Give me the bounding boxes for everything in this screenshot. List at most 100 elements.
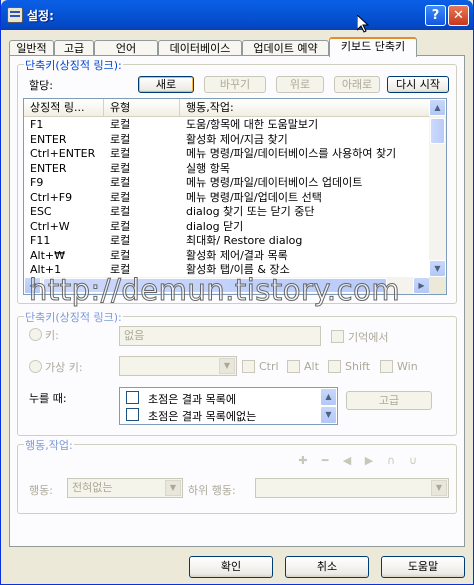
cell-type: 로컬 xyxy=(110,132,131,146)
tab-language[interactable]: 언어 xyxy=(94,40,158,56)
cell-shortcut: Ctrl+W xyxy=(30,219,70,233)
when-pressed-label: 누를 때: xyxy=(29,392,67,405)
sub-action-combo[interactable]: ▼ xyxy=(255,478,449,498)
cell-type: 로컬 xyxy=(110,219,131,233)
down-button[interactable]: 아래로 xyxy=(334,76,380,93)
help-title-button[interactable]: ? xyxy=(425,5,446,26)
cell-type: 로컬 xyxy=(110,234,131,247)
alt-checkbox[interactable] xyxy=(287,360,300,373)
cancel-button[interactable]: 취소 xyxy=(285,556,369,578)
help-button[interactable]: 도움말 xyxy=(381,556,465,578)
action-label: 행동: xyxy=(29,484,53,497)
table-row[interactable]: Ctrl+W 로컬 dialog 닫기 xyxy=(24,220,430,235)
scroll-corner xyxy=(429,277,446,294)
chevron-down-icon[interactable]: ▼ xyxy=(165,480,181,496)
scroll-down-icon[interactable]: ▼ xyxy=(320,406,337,424)
shift-label: Shift xyxy=(345,360,371,373)
cell-action: 활성화 제어/결과 목록 xyxy=(186,248,288,262)
cell-shortcut: ESC xyxy=(30,205,52,218)
scroll-down-icon[interactable]: ▼ xyxy=(429,260,446,277)
column-header-action[interactable]: 행동,작업: xyxy=(180,99,430,117)
virtual-key-combo[interactable]: ▼ xyxy=(119,356,237,376)
condition-checkbox[interactable] xyxy=(126,408,139,421)
table-row[interactable]: Alt+₩ 로컬 활성화 제어/결과 목록 xyxy=(24,249,430,264)
alt-label: Alt xyxy=(304,360,319,373)
restart-button[interactable]: 다시 시작 xyxy=(387,76,449,93)
remove-icon[interactable]: ━ xyxy=(319,455,331,466)
remember-label: 기억에서 xyxy=(348,331,389,344)
win-label: Win xyxy=(397,360,418,373)
condition-label: 초점은 결과 목록에없는 xyxy=(148,410,257,423)
table-row[interactable]: F9 로컬 메뉴 명령/파일/데이터베이스 업데이트 xyxy=(24,176,430,191)
condition-label: 초점은 결과 목록에 xyxy=(148,393,236,406)
new-button[interactable]: 새로 xyxy=(138,76,194,93)
cell-action: dialog 닫기 xyxy=(186,219,244,233)
cell-type: 로컬 xyxy=(110,248,131,262)
arrow-up-icon[interactable]: ∩ xyxy=(385,455,397,466)
shortcuts-group-title: 단축키(상징적 링크): xyxy=(24,57,123,73)
virtual-key-radio[interactable] xyxy=(29,360,42,373)
add-icon[interactable]: ✚ xyxy=(297,455,309,466)
scroll-right-icon[interactable]: ▶ xyxy=(413,277,430,294)
scroll-up-icon[interactable]: ▲ xyxy=(429,99,446,116)
cell-action: 최대화/ Restore dialog xyxy=(186,234,303,247)
remember-checkbox[interactable] xyxy=(331,330,344,343)
key-field[interactable]: 없음 xyxy=(119,326,321,346)
window-title: 설정: xyxy=(27,9,54,23)
cell-type: 로컬 xyxy=(110,161,131,175)
cell-type: 로컬 xyxy=(110,118,131,131)
arrow-right-icon[interactable]: ▶ xyxy=(363,455,375,466)
table-row[interactable]: Ctrl+F9 로컬 메뉴 명령/파일/업데이트 선택 xyxy=(24,191,430,206)
change-button[interactable]: 바꾸기 xyxy=(204,76,266,93)
tab-keyboard-shortcuts[interactable]: 키보드 단축키 xyxy=(329,37,417,57)
close-title-button[interactable]: ✕ xyxy=(448,5,469,26)
cell-action: 도움/항목에 대한 도움말보기 xyxy=(186,118,319,131)
vertical-scroll-thumb[interactable] xyxy=(430,118,445,144)
table-row[interactable]: ESC 로컬 dialog 찾기 또는 닫기 중단 xyxy=(24,205,430,220)
win-checkbox[interactable] xyxy=(380,360,393,373)
up-button[interactable]: 위로 xyxy=(276,76,324,93)
arrow-down-icon[interactable]: ∪ xyxy=(407,455,419,466)
key-radio[interactable] xyxy=(29,328,42,341)
title-bar[interactable]: 설정: ? ✕ xyxy=(1,0,473,30)
table-row[interactable]: ENTER 로컬 활성화 제어/지금 찾기 xyxy=(24,133,430,148)
table-row[interactable]: ENTER 로컬 실행 항목 xyxy=(24,162,430,177)
sub-action-label: 하위 행동: xyxy=(188,484,236,497)
mouse-cursor-icon xyxy=(357,15,369,33)
cell-shortcut: ENTER xyxy=(30,161,67,175)
cell-shortcut: F11 xyxy=(30,234,51,247)
cell-action: 메뉴 명령/파일/데이터베이스를 사용하여 찾기 xyxy=(186,147,397,160)
advanced-button[interactable]: 고급 xyxy=(346,391,432,410)
cell-action: 메뉴 명령/파일/업데이트 선택 xyxy=(186,190,322,204)
column-header-type[interactable]: 유형 xyxy=(104,99,180,117)
table-row[interactable]: Ctrl+ENTER 로컬 메뉴 명령/파일/데이터베이스를 사용하여 찾기 xyxy=(24,147,430,162)
cell-action: 실행 항목 xyxy=(186,161,230,175)
column-header-link[interactable]: 상징적 링... xyxy=(24,99,104,117)
tab-advanced[interactable]: 고급 xyxy=(54,40,94,56)
cell-shortcut: ENTER xyxy=(30,132,67,146)
virtual-key-label: 가상 키: xyxy=(45,361,83,374)
shortcuts-list[interactable]: 상징적 링... 유형 행동,작업: F1 로컬 도움/항목에 대한 도움말보기 EN… xyxy=(23,98,447,295)
chevron-down-icon[interactable]: ▼ xyxy=(431,480,447,496)
scroll-up-icon[interactable]: ▲ xyxy=(320,388,337,406)
chevron-down-icon[interactable]: ▼ xyxy=(219,358,235,374)
action-combo[interactable]: 전혀없는 ▼ xyxy=(67,478,183,498)
shift-checkbox[interactable] xyxy=(328,360,341,373)
cell-type: 로컬 xyxy=(110,176,131,189)
tab-general[interactable]: 일반적 xyxy=(9,40,54,56)
arrow-left-icon[interactable]: ◀ xyxy=(341,455,353,466)
ok-button[interactable]: 확인 xyxy=(189,556,273,578)
cell-action: dialog 찾기 또는 닫기 중단 xyxy=(186,205,315,218)
table-row[interactable]: F1 로컬 도움/항목에 대한 도움말보기 xyxy=(24,118,430,133)
key-label: 키: xyxy=(45,329,59,342)
ctrl-checkbox[interactable] xyxy=(242,360,255,373)
table-row[interactable]: F11 로컬 최대화/ Restore dialog xyxy=(24,234,430,249)
cell-type: 로컬 xyxy=(110,147,131,160)
action-group-title: 행동,작업: xyxy=(24,437,74,453)
vertical-scrollbar[interactable]: ▲ ▼ xyxy=(429,99,446,277)
tab-update-schedule[interactable]: 업데이트 예약 xyxy=(242,40,329,56)
cell-shortcut: F9 xyxy=(30,176,44,189)
tab-database[interactable]: 데이터베이스 xyxy=(158,40,242,56)
conditions-list[interactable]: 초점은 결과 목록에 초점은 결과 목록에없는 ▲ ▼ xyxy=(119,387,338,425)
condition-checkbox[interactable] xyxy=(126,391,139,404)
